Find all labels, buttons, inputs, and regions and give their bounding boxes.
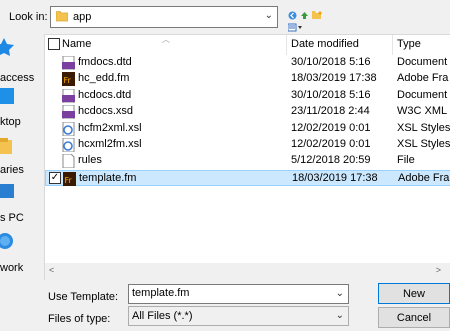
- dialog-toolbar: [287, 9, 338, 32]
- file-row[interactable]: fmdocs.dtd 30/10/2018 5:16 Document: [45, 55, 450, 71]
- file-date-modified: 23/11/2018 2:44: [291, 105, 370, 118]
- use-template-value: template.fm: [132, 287, 190, 299]
- computer-icon: [0, 184, 14, 198]
- folder-icon: [56, 11, 68, 22]
- svg-text:Fr: Fr: [65, 176, 73, 185]
- chevron-down-icon[interactable]: ⌄: [265, 10, 273, 21]
- file-type: XSL Styles: [397, 121, 450, 134]
- dtd-file-icon: [62, 55, 75, 71]
- file-row[interactable]: hcdocs.dtd 30/10/2018 5:16 Document: [45, 88, 450, 104]
- file-name: hc_edd.fm: [78, 72, 130, 85]
- file-date-modified: 18/03/2019 17:38: [291, 72, 377, 85]
- file-type-select[interactable]: All Files (*.*) ⌄: [128, 306, 349, 326]
- place-libraries[interactable]: aries: [0, 138, 34, 178]
- view-menu-icon[interactable]: [287, 23, 302, 32]
- file-name: hcfm2xml.xsl: [78, 121, 142, 134]
- file-date-modified: 12/02/2019 0:01: [291, 121, 371, 134]
- file-name: fmdocs.dtd: [78, 56, 132, 68]
- file-type: Document: [397, 56, 448, 68]
- column-divider[interactable]: [286, 35, 287, 55]
- column-divider[interactable]: [392, 35, 393, 55]
- new-button[interactable]: New: [378, 283, 450, 304]
- file-type: Document: [397, 88, 448, 101]
- file-row[interactable]: Fr hc_edd.fm 18/03/2019 17:38 Adobe Fra: [45, 71, 450, 87]
- xsl-file-icon: [62, 137, 75, 153]
- blank-file-icon: [62, 153, 75, 169]
- star-icon: [0, 38, 14, 56]
- scroll-left-icon[interactable]: <: [49, 265, 54, 275]
- place-desktop[interactable]: ktop: [0, 88, 34, 128]
- file-row[interactable]: ✓ Fr template.fm 18/03/2019 17:38 Adobe Fra: [45, 169, 450, 186]
- svg-text:Fr: Fr: [64, 76, 72, 85]
- file-name: hcdocs.xsd: [78, 105, 134, 118]
- use-template-label: Use Template:: [48, 291, 119, 303]
- file-list: ︿ Name Date modified Type fmdocs.dtd 30/1…: [44, 34, 450, 280]
- desktop-icon: [0, 88, 14, 104]
- place-label: work: [0, 262, 24, 274]
- network-icon: [0, 233, 13, 249]
- framemaker-file-icon: Fr: [63, 171, 76, 186]
- column-header-date[interactable]: Date modified: [291, 38, 359, 50]
- file-date-modified: 30/10/2018 5:16: [291, 88, 371, 101]
- xsl-file-icon: [62, 121, 75, 137]
- file-type-label: Files of type:: [48, 313, 111, 325]
- horizontal-scrollbar[interactable]: < >: [45, 263, 450, 280]
- use-template-input[interactable]: template.fm ⌄: [128, 284, 349, 304]
- place-label: aries: [0, 164, 24, 176]
- file-list-header: ︿ Name Date modified Type: [45, 35, 450, 55]
- file-type: XSL Styles: [397, 138, 450, 150]
- back-icon[interactable]: [288, 11, 297, 20]
- new-folder-icon[interactable]: [312, 10, 322, 20]
- up-folder-icon[interactable]: [300, 11, 309, 20]
- column-header-name[interactable]: Name: [62, 38, 91, 50]
- file-date-modified: 5/12/2018 20:59: [291, 154, 371, 167]
- scroll-right-icon[interactable]: >: [436, 265, 441, 275]
- look-in-folder-name: app: [73, 11, 92, 23]
- xsd-file-icon: [62, 104, 75, 120]
- file-type: File: [397, 154, 415, 167]
- look-in-dropdown[interactable]: app ⌄: [50, 6, 278, 28]
- look-in-label: Look in:: [9, 11, 48, 23]
- chevron-down-icon[interactable]: ⌄: [336, 310, 344, 321]
- sort-up-icon: ︿: [162, 35, 170, 44]
- file-type: W3C XML: [397, 105, 448, 118]
- file-name: template.fm: [79, 171, 137, 184]
- file-row[interactable]: hcfm2xml.xsl 12/02/2019 0:01 XSL Styles: [45, 121, 450, 137]
- place-quick-access[interactable]: access: [0, 38, 35, 84]
- file-type: Adobe Fra: [397, 72, 449, 85]
- file-row[interactable]: hcxml2fm.xsl 12/02/2019 0:01 XSL Styles: [45, 137, 450, 153]
- framemaker-file-icon: Fr: [62, 72, 75, 87]
- file-date-modified: 18/03/2019 17:38: [292, 171, 378, 184]
- select-all-checkbox[interactable]: [48, 38, 60, 50]
- row-checkbox[interactable]: ✓: [49, 171, 61, 184]
- file-date-modified: 12/02/2019 0:01: [291, 138, 371, 150]
- libraries-icon: [0, 138, 12, 154]
- place-this-pc[interactable]: s PC: [0, 184, 34, 224]
- file-date-modified: 30/10/2018 5:16: [291, 56, 371, 68]
- place-label: ktop: [0, 116, 21, 128]
- chevron-down-icon[interactable]: ⌄: [336, 288, 344, 299]
- column-header-type[interactable]: Type: [397, 38, 421, 50]
- place-label: s PC: [0, 212, 24, 224]
- file-type: Adobe Fra: [398, 171, 450, 184]
- file-name: hcxml2fm.xsl: [78, 138, 142, 150]
- place-label: access: [0, 72, 35, 84]
- place-network[interactable]: work: [0, 232, 34, 276]
- file-name: rules: [78, 154, 102, 167]
- file-row[interactable]: rules 5/12/2018 20:59 File: [45, 153, 450, 169]
- file-row[interactable]: hcdocs.xsd 23/11/2018 2:44 W3C XML: [45, 104, 450, 120]
- dtd-file-icon: [62, 88, 75, 104]
- file-name: hcdocs.dtd: [78, 88, 132, 101]
- places-bar: access ktop aries s PC work: [0, 34, 34, 280]
- cancel-button[interactable]: Cancel: [378, 307, 450, 328]
- file-type-value: All Files (*.*): [132, 310, 193, 322]
